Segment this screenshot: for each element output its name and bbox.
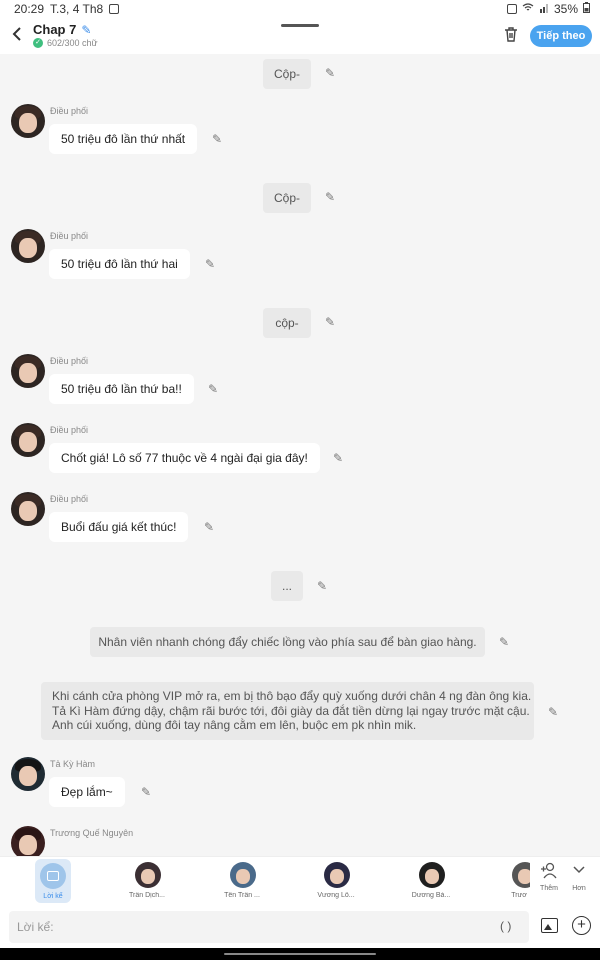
add-character-button[interactable]: Thêm	[534, 861, 564, 905]
edit-icon[interactable]: ✎	[323, 190, 337, 204]
chevron-left-icon	[12, 27, 21, 41]
home-indicator[interactable]	[224, 953, 376, 955]
message-bubble[interactable]: 50 triệu đô lần thứ nhất	[49, 124, 198, 154]
speaker-name: Trương Quế Nguyên	[50, 828, 134, 838]
tab-label: Tên Trần ...	[224, 892, 260, 899]
message-bubble[interactable]: 50 triệu đô lần thứ ba!!	[49, 374, 194, 404]
status-bar: 20:29 T.3, 4 Th8 35%	[0, 0, 600, 18]
chapter-title[interactable]: Chap 7 ✎	[33, 22, 91, 37]
gallery-notification-icon	[109, 4, 120, 14]
edit-icon[interactable]: ✎	[323, 66, 337, 80]
speaker-name: Điều phối	[50, 425, 89, 435]
wifi-icon	[522, 2, 534, 16]
battery-text: 35%	[553, 2, 578, 16]
tab-label: Trần Dịch...	[129, 892, 165, 899]
status-time: 20:29	[14, 2, 45, 16]
trash-icon	[505, 27, 517, 42]
parentheses-button[interactable]: ( )	[500, 919, 511, 933]
word-count: ✓ 602/300 chữ	[33, 38, 98, 48]
edit-icon[interactable]: ✎	[210, 132, 224, 146]
ellipsis-bubble[interactable]: ...	[271, 571, 303, 601]
chapter-title-text: Chap 7	[33, 22, 77, 37]
system-nav-bar	[0, 948, 600, 960]
status-date: T.3, 4 Th8	[50, 2, 104, 16]
avatar	[419, 862, 445, 888]
edit-icon[interactable]: ✎	[331, 451, 345, 465]
avatar[interactable]	[11, 354, 45, 388]
avatar	[230, 862, 256, 888]
edit-icon[interactable]: ✎	[206, 382, 220, 396]
chapter-header: Chap 7 ✎ ✓ 602/300 chữ Tiếp theo	[0, 18, 600, 54]
tab-label: Lời kể	[43, 893, 63, 900]
alarm-icon	[506, 4, 517, 14]
add-icon[interactable]: +	[572, 916, 591, 935]
message-bubble[interactable]: Chốt giá! Lô số 77 thuộc về 4 ngài đại g…	[49, 443, 320, 473]
tab-character[interactable]: Trần Dịch...	[117, 857, 177, 907]
narration-line: Khi cánh cửa phòng VIP mở ra, em bị thô …	[52, 689, 532, 703]
back-button[interactable]	[10, 25, 26, 43]
avatar	[135, 862, 161, 888]
add-person-icon	[534, 861, 564, 885]
narration-icon	[40, 863, 66, 889]
delete-button[interactable]	[502, 25, 520, 43]
composer: ( ) +	[0, 906, 600, 948]
avatar[interactable]	[11, 104, 45, 138]
narration-bubble[interactable]: Nhân viên nhanh chóng đẩy chiếc lồng vào…	[90, 627, 485, 657]
narration-line: Anh cúi xuống, dùng đôi tay nâng cằm em …	[52, 718, 417, 732]
drag-handle[interactable]	[281, 24, 319, 27]
narration-line: Tả Kì Hàm đứng dậy, chậm rãi bước tới, đ…	[52, 703, 530, 718]
edit-icon[interactable]: ✎	[139, 785, 153, 799]
edit-icon[interactable]: ✎	[546, 705, 560, 719]
tab-label: Trươ	[511, 892, 527, 899]
more-button[interactable]: Hơn	[564, 861, 594, 905]
speaker-name: Điều phối	[50, 356, 89, 366]
chat-area[interactable]: Cộp- ✎ Điều phối 50 triệu đô lần thứ nhấ…	[0, 54, 600, 856]
speaker-name: Điều phối	[50, 494, 89, 504]
speaker-name: Điều phối	[50, 231, 89, 241]
battery-icon	[583, 2, 590, 16]
word-count-text: 602/300 chữ	[47, 38, 98, 48]
speaker-name: Điều phối	[50, 106, 89, 116]
narration-input[interactable]	[9, 911, 529, 943]
sound-effect-bubble[interactable]: Cộp-	[263, 59, 311, 89]
avatar[interactable]	[11, 229, 45, 263]
add-character-label: Thêm	[540, 885, 558, 892]
avatar	[512, 862, 530, 888]
avatar[interactable]	[11, 757, 45, 791]
avatar	[324, 862, 350, 888]
avatar[interactable]	[11, 423, 45, 457]
next-button[interactable]: Tiếp theo	[530, 25, 592, 47]
edit-icon[interactable]: ✎	[323, 315, 337, 329]
check-icon: ✓	[33, 38, 43, 48]
signal-icon	[539, 2, 549, 16]
speaker-name: Tả Kỳ Hàm	[50, 759, 96, 769]
tab-character[interactable]: Vương Lô...	[306, 857, 366, 907]
sound-effect-bubble[interactable]: cộp-	[263, 308, 311, 338]
edit-icon[interactable]: ✎	[203, 257, 217, 271]
narration-bubble[interactable]: Khi cánh cửa phòng VIP mở ra, em bị thô …	[41, 682, 534, 740]
avatar[interactable]	[11, 492, 45, 526]
message-bubble[interactable]: Buổi đấu giá kết thúc!	[49, 512, 189, 542]
tab-label: Dương Bá...	[411, 892, 451, 899]
tab-character[interactable]: Dương Bá...	[401, 857, 461, 907]
image-icon[interactable]	[541, 918, 558, 933]
tab-character[interactable]: Tên Trần ...	[212, 857, 272, 907]
edit-icon[interactable]: ✎	[497, 635, 511, 649]
message-bubble[interactable]: Đẹp lắm~	[49, 777, 125, 807]
tab-character[interactable]: Trươ	[490, 857, 530, 907]
tab-label: Vương Lô...	[317, 892, 355, 899]
edit-title-icon[interactable]: ✎	[81, 23, 91, 37]
character-tab-bar: Lời kể Trần Dịch... Tên Trần ... Vương L…	[0, 856, 600, 906]
avatar[interactable]	[11, 826, 45, 856]
sound-effect-bubble[interactable]: Cộp-	[263, 183, 311, 213]
edit-icon[interactable]: ✎	[202, 520, 216, 534]
more-label: Hơn	[572, 885, 586, 892]
message-bubble[interactable]: 50 triệu đô lần thứ hai	[49, 249, 190, 279]
chevron-down-icon	[564, 861, 594, 885]
tab-narration[interactable]: Lời kể	[35, 859, 71, 903]
edit-icon[interactable]: ✎	[315, 579, 329, 593]
